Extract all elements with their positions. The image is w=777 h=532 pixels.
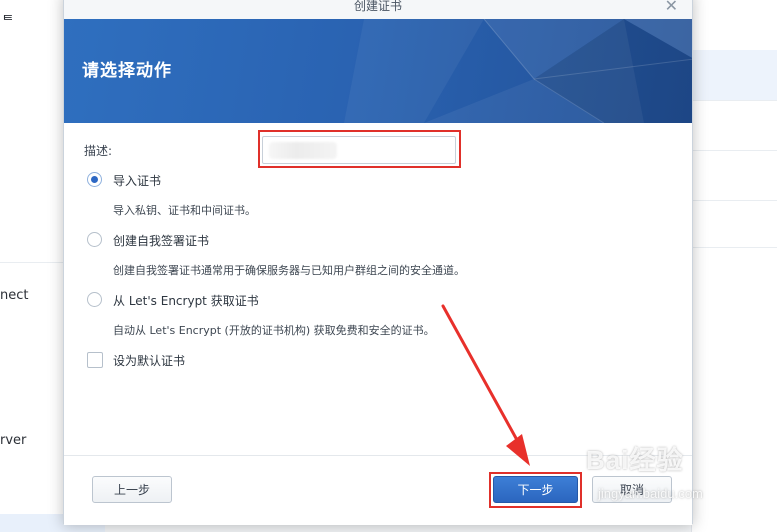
previous-button[interactable]: 上一步 <box>92 476 172 503</box>
background-list <box>691 0 777 532</box>
banner-heading: 请选择动作 <box>82 61 172 81</box>
dialog-titlebar[interactable]: 创建证书 ✕ <box>64 0 692 19</box>
dialog-content: 描述: 导入证书 导入私钥、证书和中间证书。 创建自我签署证书 创建自我签署证书… <box>64 123 692 453</box>
list-divider <box>692 247 777 248</box>
create-certificate-dialog: 创建证书 ✕ 请选择动作 描述: 导入证书 导入私钥、证书和中间证书。 创建自我… <box>63 0 693 525</box>
default-certificate-label[interactable]: 设为默认证书 <box>113 352 185 369</box>
sidebar-fragment-top: ᄐ <box>2 14 14 29</box>
import-certificate-radio[interactable] <box>87 172 102 187</box>
next-button-highlight-box <box>489 472 582 508</box>
self-signed-certificate-desc: 创建自我签署证书通常用于确保服务器与已知用户群组之间的安全通道。 <box>113 264 465 277</box>
list-item-selected[interactable] <box>692 50 777 100</box>
import-certificate-label[interactable]: 导入证书 <box>113 172 161 189</box>
default-certificate-checkbox[interactable] <box>87 352 103 368</box>
lets-encrypt-radio[interactable] <box>87 292 102 307</box>
description-highlight-box <box>258 130 461 168</box>
list-divider <box>692 100 777 101</box>
sidebar-fragment-connect[interactable]: nect <box>0 288 28 303</box>
description-label: 描述: <box>84 144 113 158</box>
import-certificate-desc: 导入私钥、证书和中间证书。 <box>113 204 256 217</box>
dialog-banner: 请选择动作 <box>64 19 692 123</box>
dialog-title: 创建证书 <box>353 0 402 13</box>
list-divider <box>692 150 777 151</box>
lets-encrypt-label[interactable]: 从 Let's Encrypt 获取证书 <box>113 292 259 309</box>
self-signed-certificate-label[interactable]: 创建自我签署证书 <box>113 232 209 249</box>
sidebar-fragment-server[interactable]: rver <box>0 433 26 448</box>
dialog-footer: 上一步 下一步 取消 <box>64 455 692 525</box>
close-icon[interactable]: ✕ <box>665 0 678 15</box>
self-signed-certificate-radio[interactable] <box>87 232 102 247</box>
list-divider <box>692 200 777 201</box>
cancel-button[interactable]: 取消 <box>592 476 672 503</box>
lets-encrypt-desc: 自动从 Let's Encrypt (开放的证书机构) 获取免费和安全的证书。 <box>113 324 435 337</box>
